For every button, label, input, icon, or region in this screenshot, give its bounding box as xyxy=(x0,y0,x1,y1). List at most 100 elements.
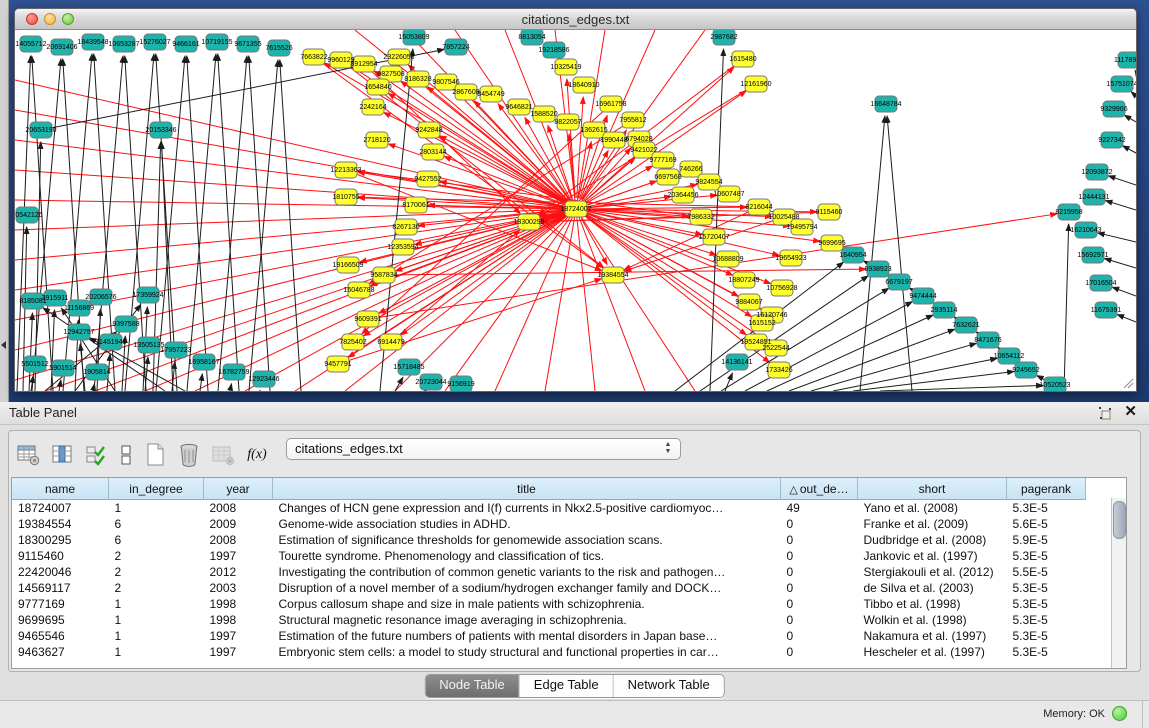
column-header-title[interactable]: title xyxy=(273,478,781,500)
table-cell: 0 xyxy=(781,580,858,596)
graph-node-label: 9609391 xyxy=(354,316,381,323)
table-selector-dropdown[interactable]: citations_edges.txt xyxy=(286,438,681,460)
table-cell: Yano et al. (2008) xyxy=(858,500,1007,517)
table-row[interactable]: 1872400712008Changes of HCN gene express… xyxy=(12,500,1086,517)
graph-node-label: 8813054 xyxy=(518,34,545,41)
table-cell: Structural magnetic resonance image aver… xyxy=(273,612,781,628)
graph-node-label: 6914479 xyxy=(377,339,404,346)
citation-edge-black xyxy=(32,56,53,391)
table-cell: 1 xyxy=(109,612,204,628)
graph-node-label: 1362615 xyxy=(580,127,607,134)
table-cell: 9115460 xyxy=(12,548,109,564)
table-cell: 1 xyxy=(109,644,204,660)
graph-node-label: 12161960 xyxy=(740,81,771,88)
table-panel-title: Table Panel xyxy=(9,405,77,420)
graph-node-label: 11675391 xyxy=(1091,307,1122,314)
column-header-out_de[interactable]: △out_de… xyxy=(781,478,858,500)
function-builder-icon[interactable]: f(x) xyxy=(243,441,271,469)
graph-node-label: 16961758 xyxy=(595,101,626,108)
table-row[interactable]: 977716911998Corpus callosum shape and si… xyxy=(12,596,1086,612)
graph-node-label: 6679197 xyxy=(885,279,912,286)
table-row[interactable]: 969969511998Structural magnetic resonanc… xyxy=(12,612,1086,628)
delete-table-icon[interactable] xyxy=(175,441,203,469)
graph-node-label: 18439548 xyxy=(77,39,108,46)
table-cell: Estimation of the future numbers of pati… xyxy=(273,628,781,644)
float-window-icon[interactable] xyxy=(1097,405,1113,421)
network-view-window: citations_edges.txt 18724007183002951938… xyxy=(14,8,1137,392)
citation-edge-black xyxy=(1131,92,1136,96)
citation-edge-red xyxy=(15,110,576,209)
graph-node-label: 8912954 xyxy=(350,61,377,68)
graph-node-label: 10025488 xyxy=(768,214,799,221)
table-cell: 1997 xyxy=(204,548,273,564)
graph-node-label: 1733426 xyxy=(765,367,792,374)
table-row[interactable]: 1938455462009Genome-wide association stu… xyxy=(12,516,1086,532)
graph-node-label: 19654923 xyxy=(775,255,806,262)
graph-node-label: 15276027 xyxy=(139,39,170,46)
column-header-short[interactable]: short xyxy=(858,478,1007,500)
table-cell: 5.3E-5 xyxy=(1007,628,1086,644)
graph-node-label: 9824554 xyxy=(695,179,722,186)
import-table-icon[interactable] xyxy=(209,441,237,469)
tab-network-table[interactable]: Network Table xyxy=(614,675,724,697)
validate-data-icon[interactable] xyxy=(83,441,111,469)
graph-node-label: 9474444 xyxy=(909,293,936,300)
column-header-pagerank[interactable]: pagerank xyxy=(1007,478,1086,500)
citation-edge-black xyxy=(230,384,232,391)
resize-grip-icon[interactable] xyxy=(1122,377,1134,389)
graph-node-label: 1810755 xyxy=(332,194,359,201)
table-cell: 5.3E-5 xyxy=(1007,644,1086,660)
graph-node-label: 9457791 xyxy=(324,361,351,368)
graph-node-label: 8471676 xyxy=(974,337,1001,344)
citation-edge-black xyxy=(218,56,247,391)
table-row[interactable]: 1456911722003Disruption of a novel membe… xyxy=(12,580,1086,596)
table-row[interactable]: 911546021997Tourette syndrome. Phenomeno… xyxy=(12,548,1086,564)
table-cell: 49 xyxy=(781,500,858,517)
table-scrollbar[interactable] xyxy=(1111,498,1126,668)
left-gutter xyxy=(0,0,9,402)
table-cell: 5.9E-5 xyxy=(1007,532,1086,548)
table-row[interactable]: 946362711997Embryonic stem cells: a mode… xyxy=(12,644,1086,660)
graph-node-label: 2718120 xyxy=(363,137,390,144)
table-row[interactable]: 1830029562008Estimation of significance … xyxy=(12,532,1086,548)
close-panel-icon[interactable]: ✕ xyxy=(1124,404,1137,420)
graph-node-label: 20153346 xyxy=(145,127,176,134)
table-cell: 0 xyxy=(781,532,858,548)
row-tools-icon[interactable] xyxy=(117,441,135,469)
collapse-arrow-icon[interactable] xyxy=(1,341,6,349)
new-table-icon[interactable] xyxy=(141,441,169,469)
graph-node-label: 9427552 xyxy=(414,176,441,183)
graph-node-label: 8170061 xyxy=(402,202,429,209)
graph-node-label: 9777169 xyxy=(649,157,676,164)
graph-node-label: 17016504 xyxy=(1085,280,1116,287)
table-panel-header: Table Panel ✕ xyxy=(0,402,1149,425)
column-header-year[interactable]: year xyxy=(204,478,273,500)
table-panel: Table Panel ✕ f(x) citations_edges.txt ▲… xyxy=(0,402,1149,727)
column-header-in_degree[interactable]: in_degree xyxy=(109,478,204,500)
network-canvas[interactable]: 1872400718300295193845542322605898275088… xyxy=(15,30,1136,391)
graph-node-label: 10688809 xyxy=(712,256,743,263)
window-titlebar[interactable]: citations_edges.txt xyxy=(15,9,1136,30)
column-header-name[interactable]: name xyxy=(12,478,109,500)
tab-edge-table[interactable]: Edge Table xyxy=(520,675,614,697)
graph-node-label: 9115460 xyxy=(816,209,843,216)
citation-edge-black xyxy=(1108,176,1136,185)
memory-ok-indicator[interactable] xyxy=(1112,706,1127,721)
citation-edge-black xyxy=(853,371,1014,391)
graph-node-label: 9807546 xyxy=(432,79,459,86)
citation-edge-black xyxy=(280,60,301,391)
graph-node-label: 9242848 xyxy=(415,127,442,134)
tab-node-table[interactable]: Node Table xyxy=(425,675,520,697)
table-cell: 5.3E-5 xyxy=(1007,580,1086,596)
citation-edge-black xyxy=(145,357,148,391)
select-column-icon[interactable] xyxy=(49,441,77,469)
graph-node-label: 20206576 xyxy=(85,294,116,301)
citation-edge-black xyxy=(35,142,41,391)
table-row[interactable]: 2242004622012Investigating the contribut… xyxy=(12,564,1086,580)
scrollbar-thumb[interactable] xyxy=(1113,501,1126,539)
graph-node-label: 7615526 xyxy=(265,45,292,52)
citation-edge-red xyxy=(587,207,747,209)
graph-node-label: 1990448 xyxy=(600,137,627,144)
table-row[interactable]: 946554611997Estimation of the future num… xyxy=(12,628,1086,644)
table-settings-icon[interactable] xyxy=(15,441,43,469)
